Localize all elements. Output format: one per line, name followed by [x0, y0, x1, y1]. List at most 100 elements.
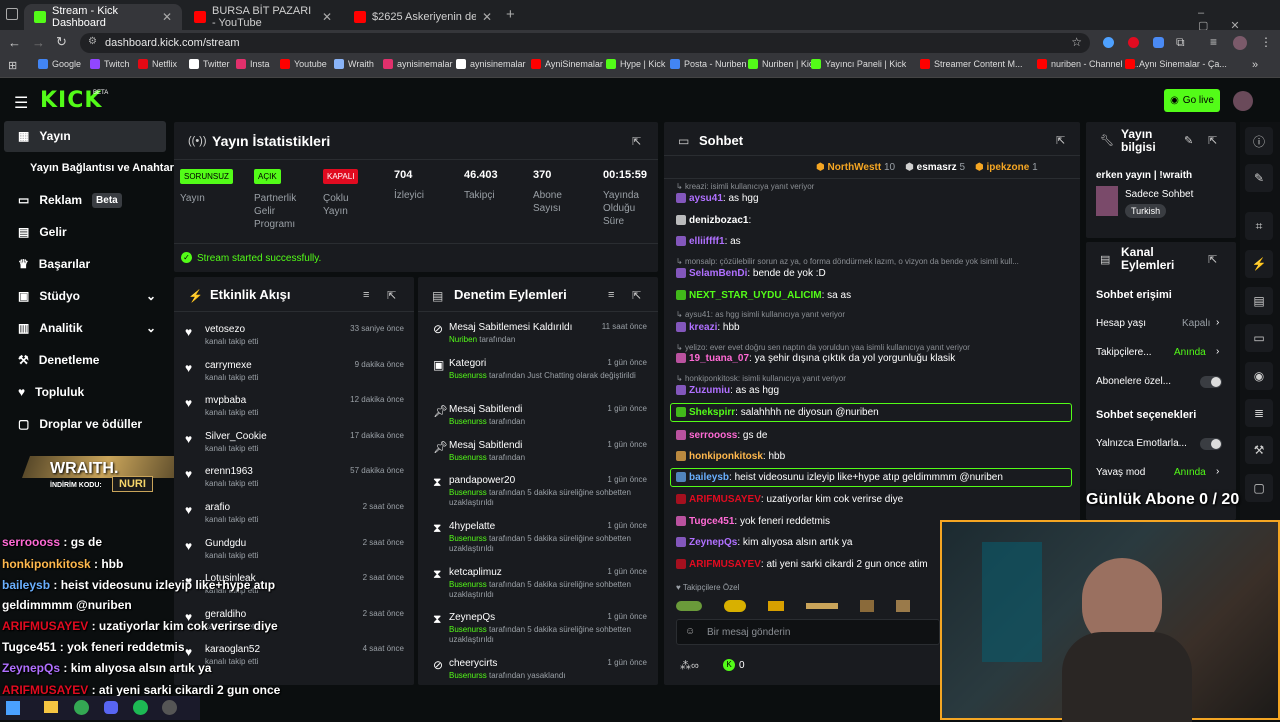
chat-username[interactable]: elliiffff1 — [689, 236, 725, 247]
window-controls[interactable]: –▢✕ — [1198, 7, 1280, 32]
moderation-row[interactable]: ⧗ ketcaplimuz 1 gün önce Busenurss tarafınd… — [425, 567, 651, 607]
chrome-icon[interactable] — [74, 700, 89, 715]
chat-message[interactable]: aysu41: as hgg — [676, 193, 759, 204]
moderation-row[interactable]: ▣ Kategori 1 gün önce Busenurss tarafından … — [425, 358, 651, 398]
emote-icon[interactable] — [860, 600, 874, 612]
chat-message[interactable]: serroooss: gs de — [676, 430, 767, 441]
chat-username[interactable]: aysu41 — [689, 193, 723, 204]
bookmark-item[interactable]: Google — [38, 59, 81, 69]
chat-username[interactable]: NEXT_STAR_UYDU_ALICIM — [689, 290, 822, 301]
extension-icon[interactable] — [1128, 37, 1139, 48]
popout-icon[interactable]: ⇱ — [1208, 253, 1217, 266]
chat-message[interactable]: denizbozac1: — [676, 215, 751, 226]
browser-tab-youtube-1[interactable]: BURSA BİT PAZARI - YouTube ✕ — [184, 4, 342, 30]
sword-emote-icon[interactable] — [806, 603, 838, 609]
popout-icon[interactable]: ⇱ — [632, 135, 641, 148]
slow-mode-row[interactable]: Yavaş mod Anında › — [1096, 466, 1226, 478]
browser-tab-kick[interactable]: Stream - Kick Dashboard ✕ — [24, 4, 182, 30]
browser-tab-youtube-2[interactable]: $2625 Askeriyenin deposunu a ✕ — [344, 4, 502, 30]
subs-only-toggle[interactable] — [1200, 376, 1222, 388]
sidebar-item-studyo[interactable]: ▣ Stüdyo ⌄ — [4, 281, 166, 311]
address-bar[interactable]: ⚙ dashboard.kick.com/stream ☆ — [80, 33, 1090, 53]
wrench-icon[interactable]: ⚒ — [1245, 436, 1273, 464]
activity-row[interactable]: ♥ arafio kanalı takip etti 2 saat önce — [183, 500, 408, 534]
folder-icon[interactable] — [44, 701, 58, 713]
filter-icon[interactable]: ≡ — [608, 289, 614, 301]
chat-message[interactable]: NEXT_STAR_UYDU_ALICIM: sa as — [676, 290, 851, 301]
activity-row[interactable]: ♥ mvpbaba kanalı takip etti 12 dakika önce — [183, 393, 408, 427]
moderation-row[interactable]: ⊘ cheerycirts 1 gün önce Busenurss tarafınd… — [425, 658, 651, 698]
tag-badge[interactable]: Turkish — [1125, 204, 1167, 218]
close-tab-icon[interactable]: ✕ — [482, 10, 492, 24]
bookmark-item[interactable]: aynisinemalar — [383, 59, 453, 69]
edit-pencil-icon[interactable]: ✎ — [1245, 164, 1273, 192]
emote-icon[interactable] — [676, 601, 702, 611]
more-bookmarks-icon[interactable]: » — [1252, 59, 1258, 71]
popout-icon[interactable]: ⇱ — [632, 289, 641, 302]
moderation-row[interactable]: ⧗ 4hypelatte 1 gün önce Busenurss tarafında… — [425, 521, 651, 561]
extensions-puzzle-icon[interactable]: ⧉ — [1176, 35, 1185, 50]
chat-username[interactable]: denizbozac1 — [689, 215, 748, 226]
kicks-icon[interactable]: K — [723, 659, 735, 671]
activity-row[interactable]: ♥ erenn1963 kanalı takip etti 57 dakika önc… — [183, 464, 408, 498]
moderation-row[interactable]: ⧗ pandapower20 1 gün önce Busenurss tarafın… — [425, 475, 651, 515]
chat-message[interactable]: Shekspirr: salahhhh ne diyosun @nuriben — [676, 407, 879, 418]
bookmark-item[interactable]: Nuriben | Kick — [748, 59, 818, 69]
sidebar-item-basarilar[interactable]: ♛ Başarılar — [4, 249, 166, 279]
extension-icon[interactable] — [1103, 37, 1114, 48]
close-tab-icon[interactable]: ✕ — [162, 10, 172, 24]
chat-message[interactable]: kreazi: hbb — [676, 322, 740, 333]
reload-icon[interactable]: ↻ — [56, 34, 67, 50]
category-name[interactable]: Sadece Sohbet — [1125, 189, 1193, 200]
chat-username[interactable]: serroooss — [689, 430, 737, 441]
chat-message[interactable]: honkiponkitosk: hbb — [676, 451, 785, 462]
chat-message[interactable]: Zuzumiu: as as hgg — [676, 385, 779, 396]
sidebar-item-topluluk[interactable]: ♥ Topluluk — [4, 377, 166, 407]
chat-bubble-icon[interactable]: ▭ — [1245, 324, 1273, 352]
filter-icon[interactable]: ≡ — [363, 289, 369, 301]
bookmark-item[interactable]: Yayıncı Paneli | Kick — [811, 59, 906, 69]
bookmark-item[interactable]: Twitch — [90, 59, 130, 69]
profile-avatar[interactable] — [1233, 36, 1247, 50]
square-icon[interactable]: ▢ — [1245, 474, 1273, 502]
obs-icon[interactable] — [162, 700, 177, 715]
discord-icon[interactable] — [104, 701, 118, 714]
followers-only-row[interactable]: Takipçilere... Anında › — [1096, 346, 1226, 358]
leader-2[interactable]: ⬢ esmasrz 5 — [905, 162, 965, 173]
bookmark-item[interactable]: Posta - Nuriben — [670, 59, 747, 69]
chat-username[interactable]: kreazi — [689, 322, 717, 333]
bookmark-star-icon[interactable]: ☆ — [1071, 35, 1082, 49]
emote-icon[interactable] — [896, 600, 910, 612]
spotify-icon[interactable] — [133, 700, 148, 715]
stack-icon[interactable]: ≣ — [1245, 399, 1273, 427]
sidebar-item-yayin[interactable]: ▦ Yayın — [4, 121, 166, 151]
chat-username[interactable]: 19_tuana_07 — [689, 353, 749, 364]
chat-message[interactable]: baileysb: heist videosunu izleyip like+h… — [676, 472, 1003, 483]
chat-message[interactable]: SelamBenDi: bende de yok :D — [676, 268, 826, 279]
activity-row[interactable]: ♥ carrymexe kanalı takip etti 9 dakika önce — [183, 358, 408, 392]
moderation-row[interactable]: ⧗ ZeynepQs 1 gün önce Busenurss tarafından … — [425, 612, 651, 652]
bookmark-item[interactable]: Netflix — [138, 59, 177, 69]
bookmark-item[interactable]: AyniSinemalar — [531, 59, 603, 69]
document-icon[interactable]: ▤ — [1245, 287, 1273, 315]
leader-1[interactable]: ⬢ NorthWestt 10 — [816, 162, 895, 173]
crown-emote-icon[interactable] — [768, 601, 784, 611]
forward-icon[interactable]: → — [32, 35, 45, 50]
chat-input[interactable]: ☺ Bir mesaj gönderin — [676, 619, 940, 645]
chat-username[interactable]: baileysb — [689, 472, 729, 483]
chat-username[interactable]: Zuzumiu — [689, 385, 730, 396]
popout-icon[interactable]: ⇱ — [1208, 134, 1217, 147]
moderation-row[interactable]: 📌︎ Mesaj Sabitlendi 1 gün önce Busenurss ta… — [425, 440, 651, 480]
edit-pencil-icon[interactable]: ✎ — [1184, 134, 1193, 147]
moderation-row[interactable]: ⊘ Mesaj Sabitlemesi Kaldırıldı 11 saat önc… — [425, 322, 651, 362]
bookmark-item[interactable]: Aynı Sinemalar - Ça... — [1125, 59, 1227, 69]
windows-start-icon[interactable] — [6, 701, 20, 715]
bookmark-item[interactable]: Streamer Content M... — [920, 59, 1023, 69]
chat-message[interactable]: 19_tuana_07: ya şehir dışına çıktık da y… — [676, 353, 955, 364]
sidebar-item-stream-key[interactable]: Yayın Bağlantısı ve Anahtarı — [4, 153, 177, 183]
sidebar-item-gelir[interactable]: ▤ Gelir — [4, 217, 166, 247]
activity-row[interactable]: ♥ vetosezo kanalı takip etti 33 saniye önce — [183, 322, 408, 356]
bookmark-item[interactable]: Hype | Kick — [606, 59, 665, 69]
apps-grid-icon[interactable]: ⊞ — [8, 59, 17, 72]
activity-row[interactable]: ♥ Silver_Cookie kanalı takip etti 17 dakika… — [183, 429, 408, 463]
